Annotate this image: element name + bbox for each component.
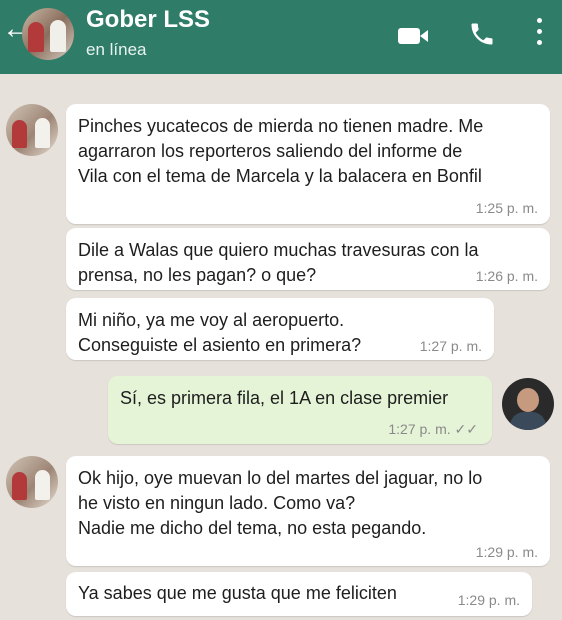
- message-time: 1:26 p. m.: [475, 268, 538, 284]
- message-time: 1:29 p. m.: [475, 544, 538, 560]
- chat-header: ← Gober LSS en línea: [0, 0, 562, 74]
- contact-name[interactable]: Gober LSS: [86, 6, 210, 34]
- message-bubble-incoming[interactable]: Mi niño, ya me voy al aeropuerto. Conseg…: [66, 298, 494, 360]
- message-time: 1:29 p. m.: [457, 592, 520, 608]
- message-bubble-incoming[interactable]: Dile a Walas que quiero muchas travesura…: [66, 228, 550, 290]
- own-avatar[interactable]: [502, 378, 554, 430]
- message-time: 1:27 p. m.: [419, 338, 482, 354]
- message-bubble-incoming[interactable]: Ya sabes que me gusta que me feliciten 1…: [66, 572, 532, 616]
- message-time-and-status: 1:27 p. m. ✓✓: [388, 421, 478, 438]
- message-bubble-outgoing[interactable]: Sí, es primera fila, el 1A en clase prem…: [108, 376, 492, 444]
- message-text: Ok hijo, oye muevan lo del martes del ja…: [78, 468, 483, 538]
- message-time: 1:27 p. m.: [388, 421, 451, 437]
- message-time: 1:25 p. m.: [475, 200, 538, 216]
- read-receipt-icon: ✓✓: [454, 421, 478, 437]
- contact-status: en línea: [86, 40, 147, 59]
- message-text: Pinches yucatecos de mierda no tienen ma…: [78, 116, 484, 186]
- message-bubble-incoming[interactable]: Pinches yucatecos de mierda no tienen ma…: [66, 104, 550, 224]
- message-text: Mi niño, ya me voy al aeropuerto. Conseg…: [78, 310, 362, 355]
- sender-avatar[interactable]: [6, 104, 58, 156]
- video-call-icon[interactable]: [398, 28, 428, 44]
- sender-avatar[interactable]: [6, 456, 58, 508]
- more-options-icon[interactable]: [536, 18, 544, 50]
- phone-icon[interactable]: [468, 18, 496, 50]
- message-text: Ya sabes que me gusta que me feliciten: [78, 583, 397, 603]
- message-text: Sí, es primera fila, el 1A en clase prem…: [120, 388, 449, 408]
- message-text: Dile a Walas que quiero muchas travesura…: [78, 240, 479, 285]
- message-bubble-incoming[interactable]: Ok hijo, oye muevan lo del martes del ja…: [66, 456, 550, 566]
- contact-avatar[interactable]: [22, 8, 74, 60]
